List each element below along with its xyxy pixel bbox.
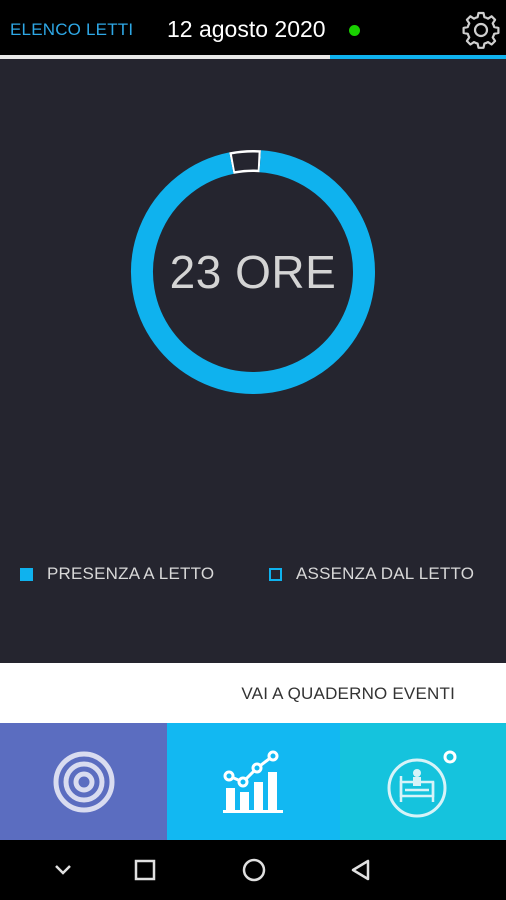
date-title: 12 agosto 2020 — [167, 16, 326, 42]
top-bar: ELENCO LETTI 12 agosto 2020 — [0, 0, 506, 58]
chart-trend-icon — [222, 750, 283, 813]
tab-target[interactable] — [0, 723, 167, 840]
legend-presence-label: PRESENZA A LETTO — [47, 564, 215, 583]
events-notebook-label: VAI A QUADERNO EVENTI — [241, 684, 455, 703]
legend-presence-swatch — [20, 567, 33, 581]
connection-status-dot — [349, 25, 360, 36]
bed-patient-icon — [387, 750, 457, 817]
events-notebook-button[interactable]: VAI A QUADERNO EVENTI — [0, 663, 506, 723]
home-circle-icon[interactable] — [238, 854, 270, 886]
chevron-down-icon[interactable] — [47, 854, 79, 886]
back-triangle-icon[interactable] — [345, 854, 377, 886]
system-nav-bar — [0, 840, 506, 900]
legend-absence: ASSENZA DAL LETTO — [269, 564, 474, 584]
settings-gear-icon[interactable] — [460, 9, 502, 51]
legend-presence: PRESENZA A LETTO — [20, 564, 214, 584]
tab-bed-monitor[interactable] — [340, 723, 506, 840]
hours-in-bed-label: 23 ORE — [169, 246, 337, 298]
target-icon — [53, 751, 114, 812]
legend-absence-label: ASSENZA DAL LETTO — [296, 564, 475, 583]
elenco-letti-link[interactable]: ELENCO LETTI — [10, 20, 133, 40]
bottom-tab-bar — [0, 723, 506, 840]
recents-square-icon[interactable] — [129, 854, 161, 886]
tab-statistics[interactable] — [167, 723, 340, 840]
presence-summary-panel: 23 ORE PRESENZA A LETTO ASSENZA DAL LETT… — [0, 59, 506, 663]
legend-absence-swatch — [269, 567, 282, 581]
